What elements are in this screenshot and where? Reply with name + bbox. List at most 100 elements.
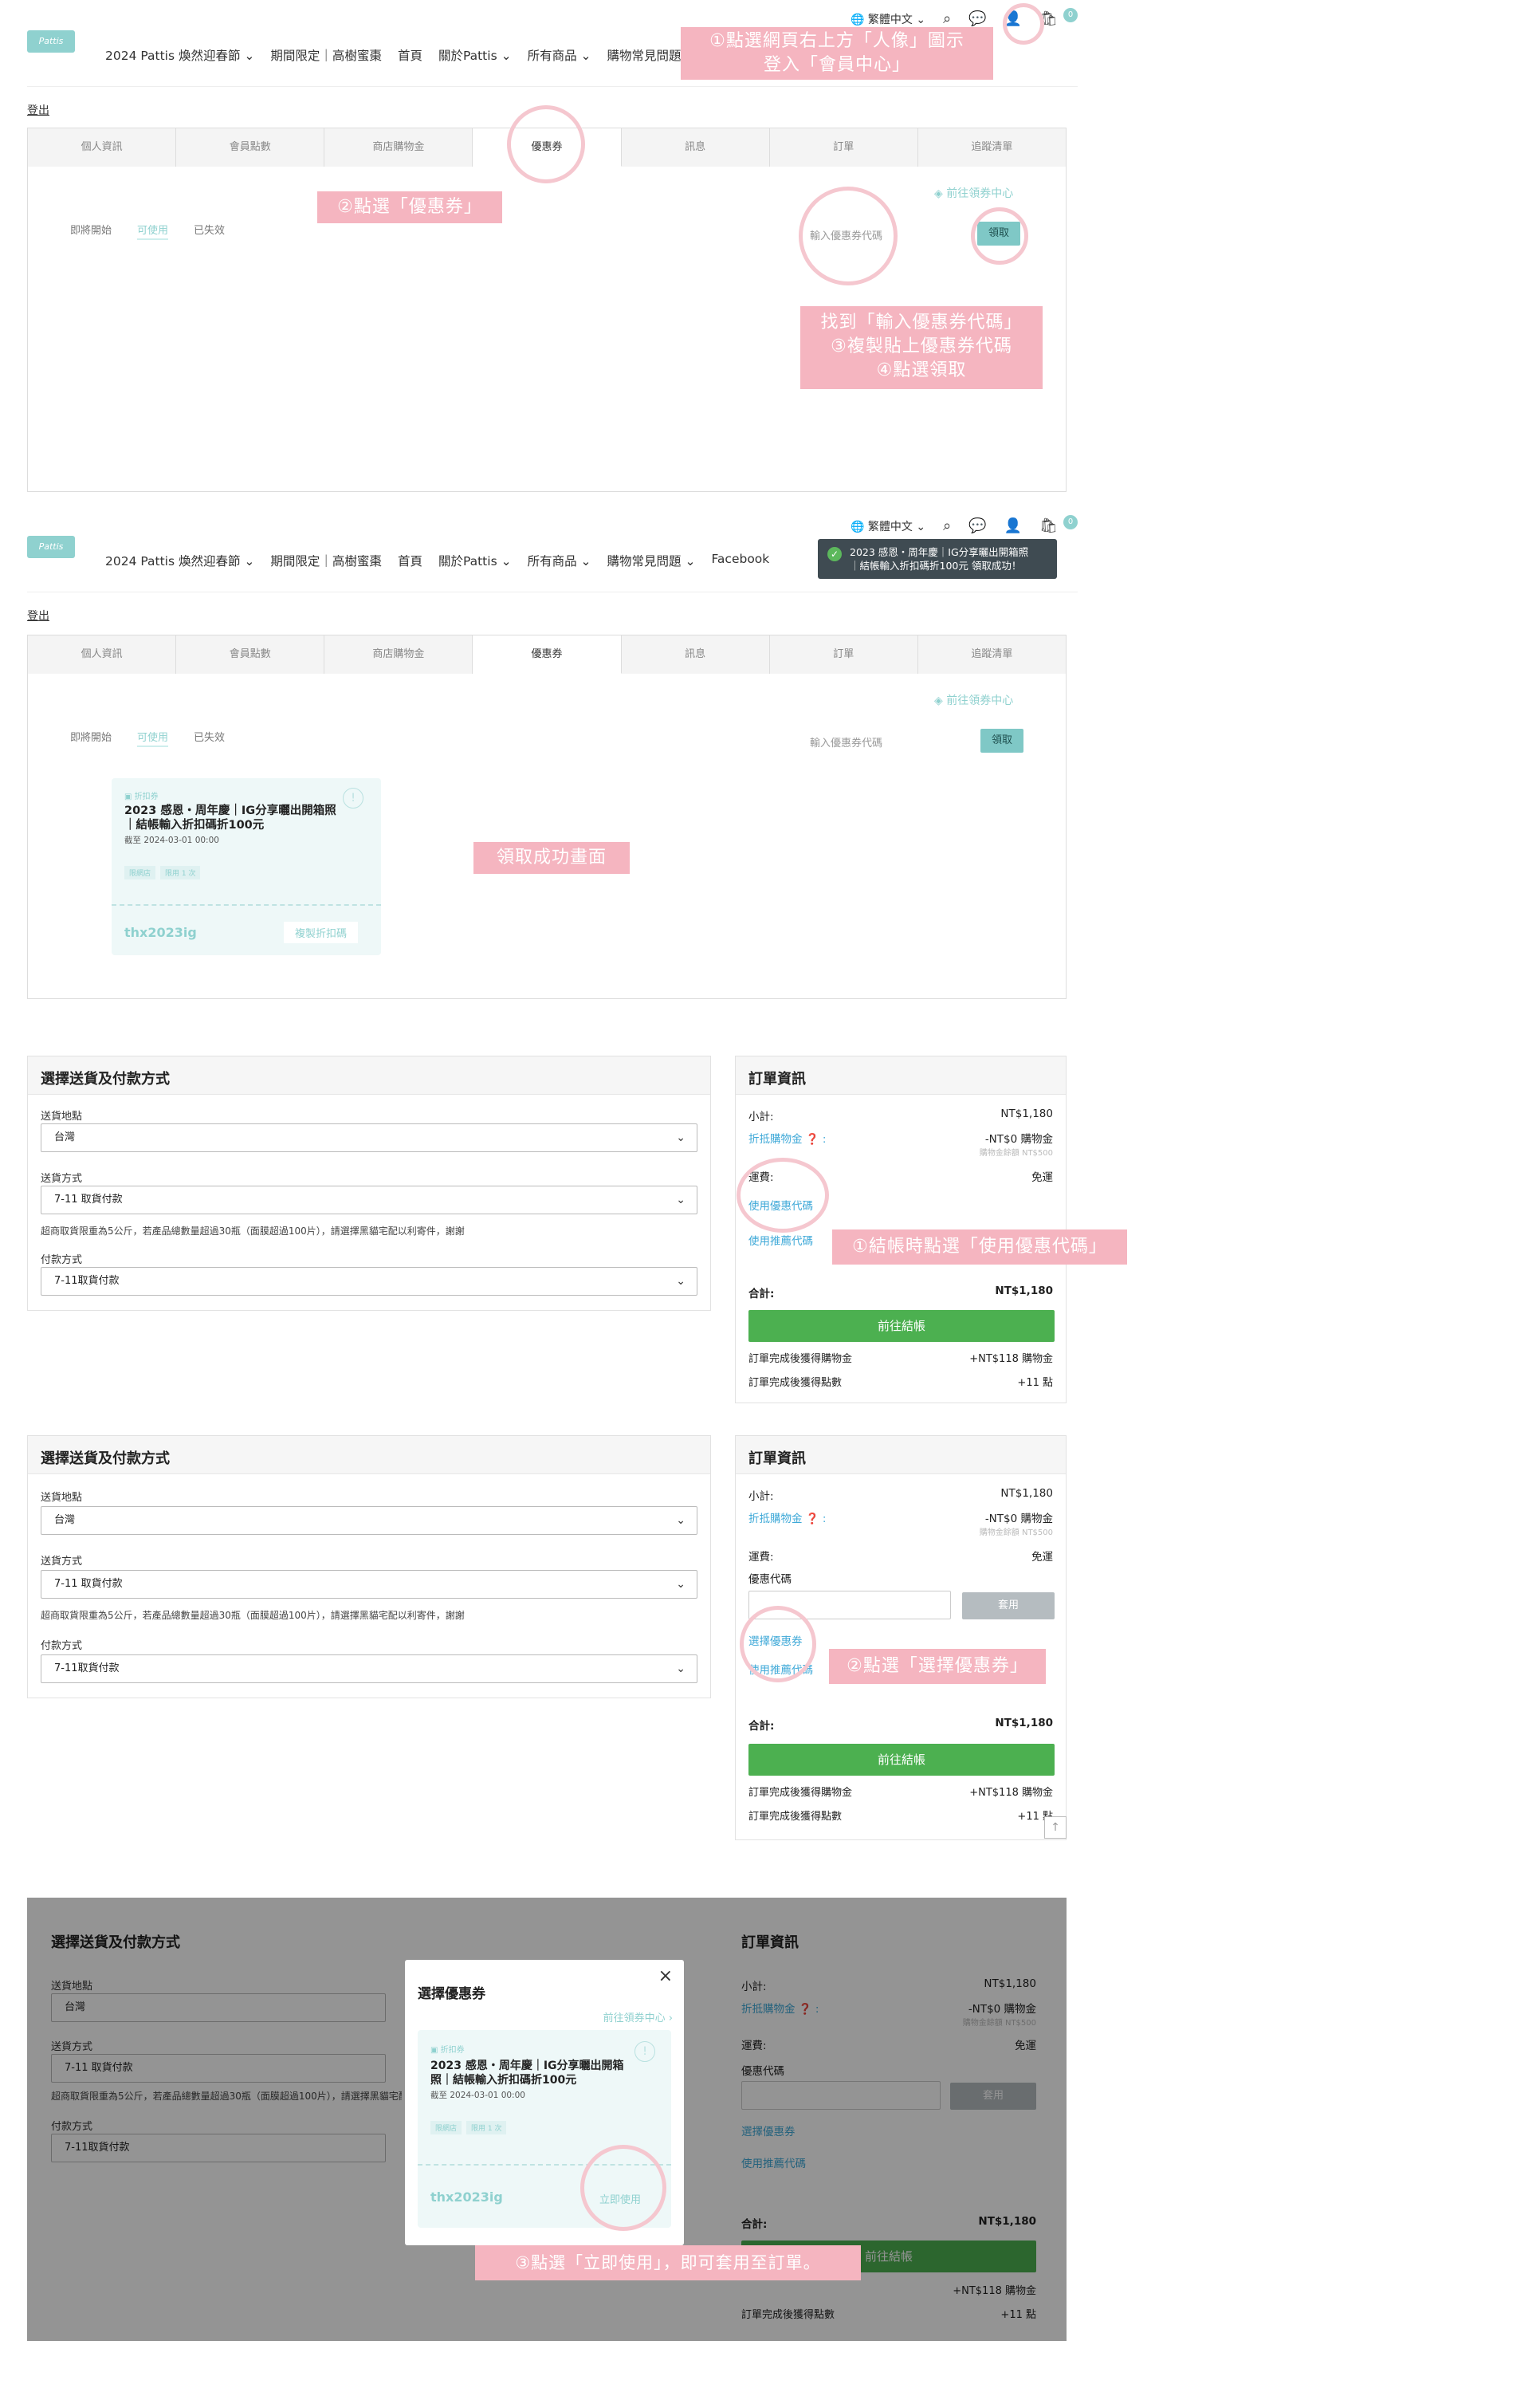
- tab-messages[interactable]: 訊息: [622, 635, 770, 674]
- tab-profile[interactable]: 個人資訊: [28, 128, 177, 167]
- nav-item-limited[interactable]: 期間限定｜高樹蜜棗: [270, 552, 382, 569]
- use-referral-code-link[interactable]: 使用推薦代碼: [748, 1232, 813, 1248]
- coupon-expiry: 截至 2024-03-01 00:00: [430, 2091, 525, 2100]
- delivery-method-select[interactable]: 7-11 取貨付款 ⌄: [41, 1570, 697, 1599]
- help-icon[interactable]: ❓: [806, 1133, 819, 1146]
- chevron-down-icon: ⌄: [676, 1194, 686, 1206]
- earn-credit-label: 訂單完成後獲得購物金: [748, 1353, 853, 1365]
- delivery-location-select[interactable]: 台灣 ⌄: [41, 1123, 697, 1152]
- logo[interactable]: Pattis: [27, 536, 75, 558]
- info-icon[interactable]: !: [634, 2041, 655, 2062]
- earn-points-label: 訂單完成後獲得點數: [748, 1811, 843, 1823]
- apply-button[interactable]: 套用: [962, 1592, 1055, 1619]
- logout-link[interactable]: 登出: [27, 608, 49, 624]
- subtotal-label: 小計:: [748, 1490, 774, 1503]
- nav-item-home[interactable]: 首頁: [398, 552, 422, 569]
- nav-item-about[interactable]: 關於Pattis ⌄: [438, 46, 512, 64]
- delivery-method-select[interactable]: 7-11 取貨付款 ⌄: [41, 1186, 697, 1214]
- coupon-center-link[interactable]: 前往領券中心 ›: [603, 2009, 673, 2024]
- nav-item-spring[interactable]: 2024 Pattis 煥然迎春節 ⌄: [105, 552, 254, 569]
- main-nav: 2024 Pattis 煥然迎春節 ⌄ 期間限定｜高樹蜜棗 首頁 關於Patti…: [105, 46, 695, 64]
- search-icon[interactable]: ⌕: [943, 519, 951, 533]
- coupon-center-link[interactable]: ◈ 前往領券中心: [934, 692, 1013, 708]
- tab-profile[interactable]: 個人資訊: [28, 635, 177, 674]
- coupon-chips: 限網店 限用 1 次: [430, 2121, 507, 2134]
- filter-upcoming[interactable]: 即將開始: [70, 729, 112, 747]
- copy-code-button[interactable]: 複製折扣碼: [284, 922, 359, 943]
- note-line: ④點選領取: [876, 360, 967, 380]
- box-title: 訂單資訊: [736, 1436, 1066, 1474]
- nav-item-products[interactable]: 所有商品 ⌄: [528, 552, 591, 569]
- tab-points[interactable]: 會員點數: [176, 635, 325, 674]
- chip-use-once: 限用 1 次: [466, 2121, 507, 2134]
- coupon-code: thx2023ig: [124, 925, 197, 940]
- tab-orders[interactable]: 訂單: [770, 128, 918, 167]
- nav-item-facebook[interactable]: Facebook: [711, 552, 769, 569]
- shipping-value: 免運: [1031, 1171, 1053, 1184]
- filter-available[interactable]: 可使用: [137, 729, 169, 747]
- close-icon[interactable]: ×: [658, 1966, 673, 1986]
- language-selector[interactable]: 🌐 繁體中文 ⌄: [851, 518, 925, 534]
- tab-wishlist[interactable]: 追蹤清單: [918, 635, 1066, 674]
- filter-available[interactable]: 可使用: [137, 222, 169, 240]
- label-delivery-location: 送貨地點: [41, 1492, 83, 1504]
- tab-store-credit[interactable]: 商店購物金: [324, 128, 473, 167]
- coupon-expiry: 截至 2024-03-01 00:00: [124, 836, 219, 845]
- checkout-button[interactable]: 前往結帳: [748, 1744, 1055, 1776]
- help-icon[interactable]: ❓: [806, 1513, 819, 1525]
- language-selector[interactable]: 🌐 繁體中文 ⌄: [851, 11, 925, 27]
- nav-item-spring[interactable]: 2024 Pattis 煥然迎春節 ⌄: [105, 46, 254, 64]
- coupon-chips: 限網店 限用 1 次: [124, 866, 201, 879]
- search-icon[interactable]: ⌕: [943, 12, 951, 26]
- chevron-down-icon: ⌄: [676, 1131, 686, 1144]
- coupon-divider: [112, 904, 381, 906]
- nav-item-limited[interactable]: 期間限定｜高樹蜜棗: [270, 46, 382, 64]
- filter-expired[interactable]: 已失效: [194, 729, 225, 747]
- tab-messages[interactable]: 訊息: [622, 128, 770, 167]
- chat-icon[interactable]: 💬: [968, 519, 986, 533]
- chip-online-only: 限網店: [124, 866, 156, 879]
- note-use-now: ③點選「立即使用」，即可套用至訂單。: [475, 2245, 861, 2280]
- coupon-center-link[interactable]: ◈ 前往領券中心: [934, 185, 1013, 201]
- logout-link[interactable]: 登出: [27, 102, 49, 118]
- top-icons: 🌐 繁體中文 ⌄ ⌕ 💬 👤 🛍: [851, 518, 1058, 534]
- payment-select[interactable]: 7-11取貨付款 ⌄: [41, 1654, 697, 1683]
- earn-points-label: 訂單完成後獲得點數: [748, 1377, 843, 1389]
- info-icon[interactable]: !: [343, 788, 363, 808]
- subtotal-value: NT$1,180: [1000, 1107, 1053, 1120]
- scroll-top-icon[interactable]: ↑: [1044, 1816, 1067, 1839]
- note-use-code: ①結帳時點選「使用優惠代碼」: [832, 1229, 1127, 1265]
- tab-wishlist[interactable]: 追蹤清單: [918, 128, 1066, 167]
- tab-store-credit[interactable]: 商店購物金: [324, 635, 473, 674]
- nav-item-about[interactable]: 關於Pattis ⌄: [438, 552, 512, 569]
- chip-online-only: 限網店: [430, 2121, 462, 2134]
- delivery-hint: 超商取貨限重為5公斤，若產品總數量超過30瓶（面膜超過100片），請選擇黑貓宅配…: [41, 1610, 465, 1621]
- claim-button[interactable]: 領取: [980, 729, 1023, 753]
- tab-coupons[interactable]: 優惠券: [473, 635, 622, 674]
- nav-item-products[interactable]: 所有商品 ⌄: [528, 46, 591, 64]
- checkout-button[interactable]: 前往結帳: [748, 1310, 1055, 1342]
- tab-points[interactable]: 會員點數: [176, 128, 325, 167]
- tab-orders[interactable]: 訂單: [770, 635, 918, 674]
- check-icon: ✓: [827, 547, 842, 561]
- total-value: NT$1,180: [995, 1285, 1053, 1297]
- highlight-ring: [737, 1158, 829, 1233]
- nav-item-home[interactable]: 首頁: [398, 46, 422, 64]
- highlight-ring: [1003, 3, 1044, 45]
- cart-icon[interactable]: 🛍: [1039, 519, 1058, 533]
- title-line: 照｜結帳輸入折扣碼折100元: [430, 2074, 577, 2087]
- nav-item-faq[interactable]: 購物常見問題 ⌄: [607, 552, 696, 569]
- filter-upcoming[interactable]: 即將開始: [70, 222, 112, 240]
- delivery-location-select[interactable]: 台灣 ⌄: [41, 1506, 697, 1535]
- payment-select[interactable]: 7-11取貨付款 ⌄: [41, 1267, 697, 1296]
- chat-icon[interactable]: 💬: [968, 12, 986, 26]
- earn-credit-value: +NT$118 購物金: [969, 1353, 1053, 1365]
- chevron-down-icon: ⌄: [676, 1275, 686, 1288]
- delivery-hint: 超商取貨限重為5公斤，若產品總數量超過30瓶（面膜超過100片），請選擇黑貓宅配…: [41, 1226, 465, 1237]
- earn-credit-label: 訂單完成後獲得購物金: [748, 1787, 853, 1799]
- total-value: NT$1,180: [995, 1717, 1053, 1729]
- coupon-code-input[interactable]: 輸入優惠券代碼: [810, 734, 882, 749]
- user-icon[interactable]: 👤: [1004, 519, 1022, 533]
- logo[interactable]: Pattis: [27, 30, 75, 53]
- filter-expired[interactable]: 已失效: [194, 222, 225, 240]
